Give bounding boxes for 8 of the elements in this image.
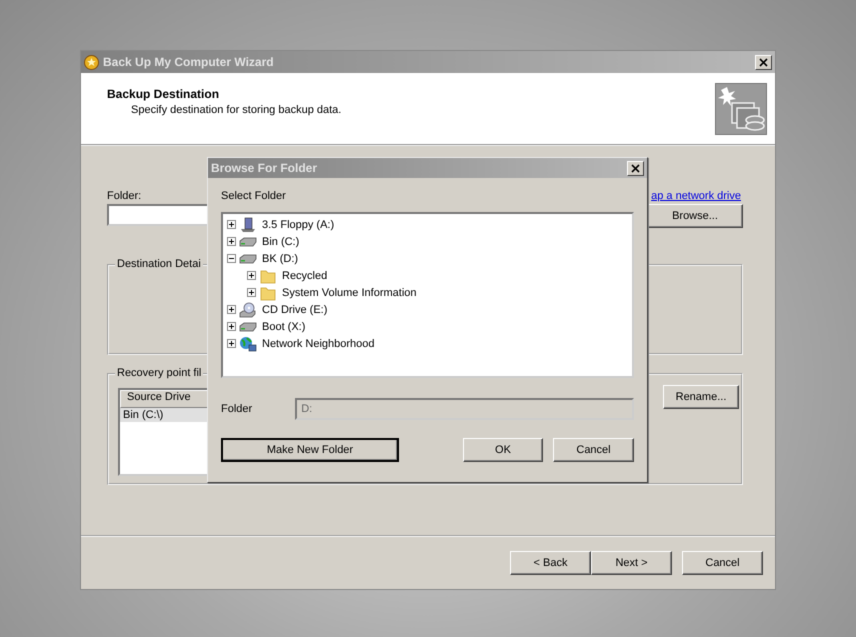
prompt-text: Select Folder	[221, 190, 287, 202]
group-title: Recovery point fil	[115, 367, 204, 379]
page-subtitle: Specify destination for storing backup data.	[131, 104, 342, 116]
dialog-title: Browse For Folder	[211, 161, 318, 175]
window-title: Back Up My Computer Wizard	[103, 55, 275, 69]
group-title: Destination Detai	[115, 258, 203, 270]
field-label: Folder:	[107, 190, 142, 202]
page-title: Backup Destination	[107, 87, 220, 101]
